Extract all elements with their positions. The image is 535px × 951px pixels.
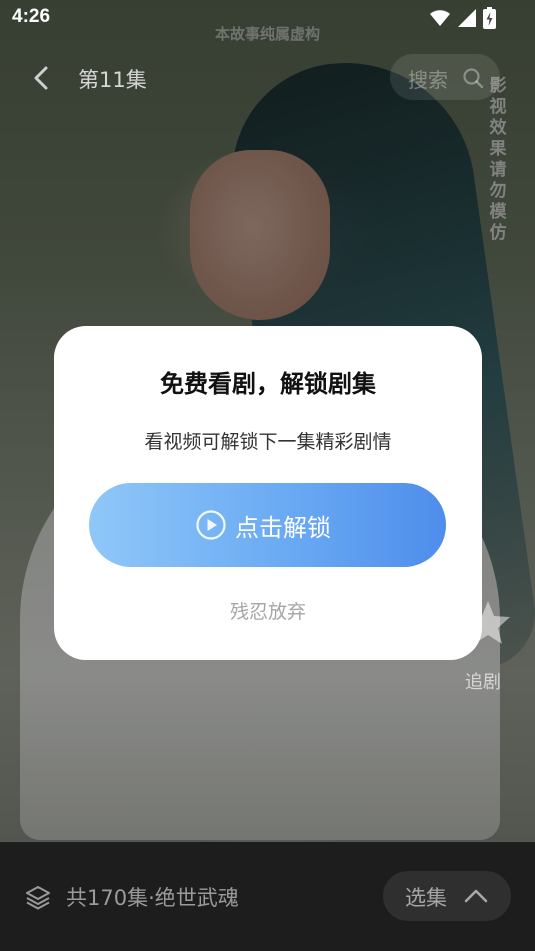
search-placeholder: 搜索 <box>408 68 448 92</box>
select-episode-button[interactable]: 选集 <box>383 871 511 921</box>
bottom-bar: 共170集·绝世武魂 选集 <box>0 842 535 951</box>
status-bar: 4:26 <box>0 0 535 36</box>
follow-label: 追剧 <box>465 672 501 693</box>
unlock-dialog: 免费看剧，解锁剧集 看视频可解锁下一集精彩剧情 点击解锁 残忍放弃 <box>54 326 482 660</box>
series-info[interactable]: 共170集·绝世武魂 <box>66 882 239 912</box>
player-screen: 本故事纯属虚构 影视效果请勿模仿 4:26 第11集 搜索 追剧 共170集·绝… <box>0 0 535 951</box>
top-bar: 第11集 搜索 <box>0 52 535 104</box>
chevron-left-icon <box>34 66 48 90</box>
dialog-title: 免费看剧，解锁剧集 <box>160 370 376 398</box>
select-episode-label: 选集 <box>405 886 447 910</box>
search-box[interactable]: 搜索 <box>390 54 500 100</box>
search-icon <box>463 68 484 89</box>
back-button[interactable] <box>24 60 60 96</box>
wifi-icon <box>430 10 450 26</box>
chevron-up-icon <box>464 889 488 903</box>
layers-icon <box>26 886 50 910</box>
cellular-signal-icon <box>458 9 476 27</box>
dismiss-link[interactable]: 残忍放弃 <box>54 597 482 624</box>
unlock-label: 点击解锁 <box>235 514 331 542</box>
unlock-button[interactable]: 点击解锁 <box>89 483 446 567</box>
episode-title: 第11集 <box>78 68 147 92</box>
status-time: 4:26 <box>12 6 51 27</box>
play-circle-icon <box>196 510 226 540</box>
dialog-subtitle: 看视频可解锁下一集精彩剧情 <box>144 431 392 453</box>
battery-charging-icon <box>483 7 496 29</box>
